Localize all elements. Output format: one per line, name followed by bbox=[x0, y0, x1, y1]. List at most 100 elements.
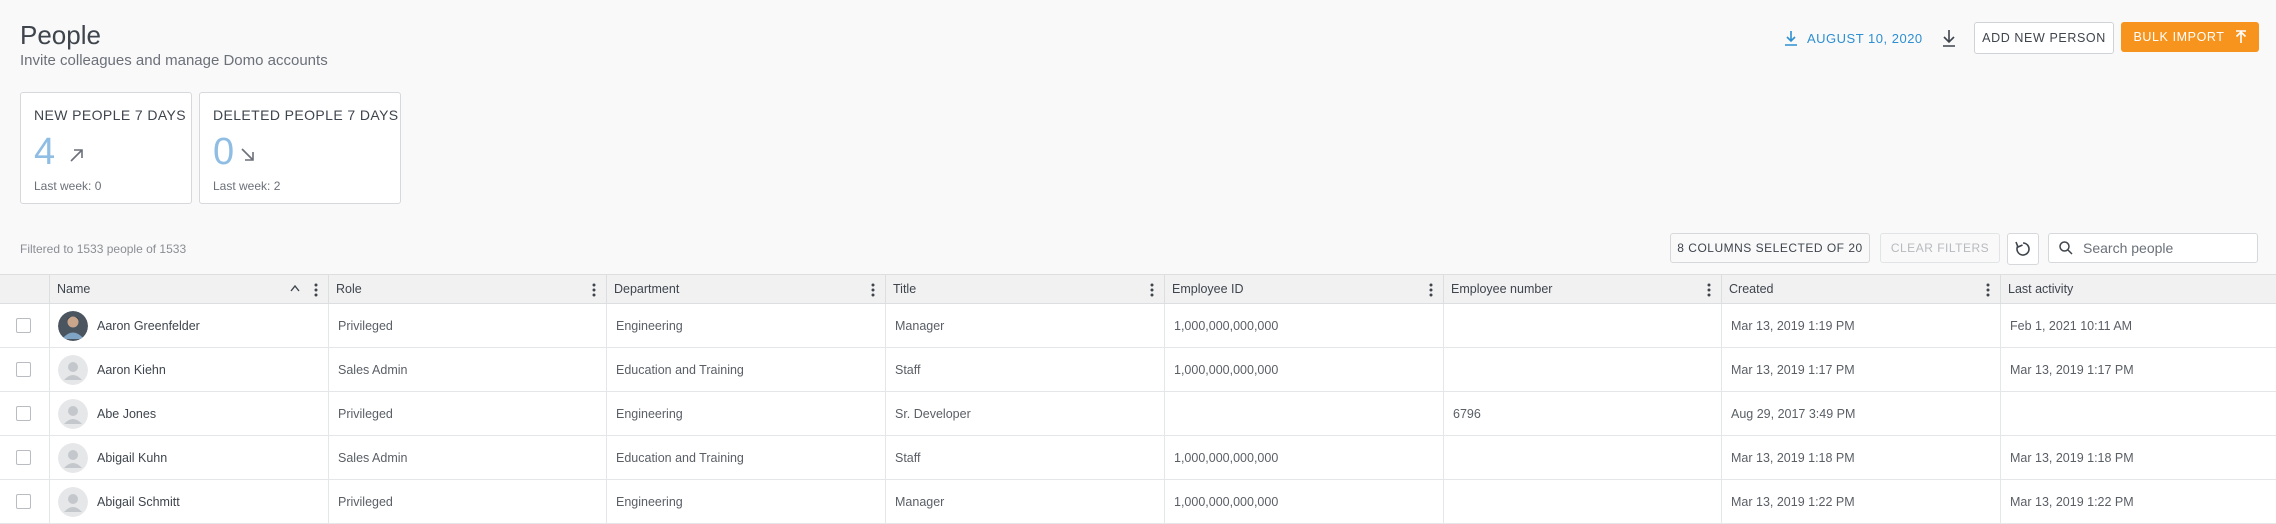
row-checkbox[interactable] bbox=[16, 406, 31, 421]
stat-last-week: Last week: 2 bbox=[213, 179, 281, 193]
trend-up-icon bbox=[70, 149, 83, 162]
person-name[interactable]: Aaron Kiehn bbox=[97, 348, 166, 391]
default-user-icon bbox=[58, 355, 88, 385]
column-menu-icon[interactable] bbox=[592, 283, 596, 297]
table-row[interactable]: Abigail Kuhn Sales Admin Education and T… bbox=[0, 436, 2276, 480]
cell-employee-id: 1,000,000,000,000 bbox=[1164, 436, 1443, 479]
cell-employee-id bbox=[1164, 392, 1443, 435]
column-label: Last activity bbox=[2008, 282, 2074, 296]
column-header-role[interactable]: Role bbox=[328, 275, 606, 303]
column-header-created[interactable]: Created bbox=[1721, 275, 2000, 303]
table-body: Aaron Greenfelder Privileged Engineering… bbox=[0, 304, 2276, 524]
cell-name bbox=[49, 392, 328, 435]
row-checkbox[interactable] bbox=[16, 450, 31, 465]
column-header-department[interactable]: Department bbox=[606, 275, 885, 303]
table-row[interactable]: Aaron Greenfelder Privileged Engineering… bbox=[0, 304, 2276, 348]
cell-name bbox=[49, 480, 328, 523]
cell-role: Sales Admin bbox=[328, 436, 606, 479]
column-menu-icon[interactable] bbox=[1429, 283, 1433, 297]
column-menu-icon[interactable] bbox=[1150, 283, 1154, 297]
stat-card-deleted-people: DELETED PEOPLE 7 DAYS 0 Last week: 2 bbox=[199, 92, 401, 204]
avatar bbox=[58, 443, 88, 473]
column-label: Role bbox=[336, 282, 362, 296]
stat-label: NEW PEOPLE 7 DAYS bbox=[34, 107, 187, 123]
cell-employee-number bbox=[1443, 436, 1721, 479]
cell-last-activity bbox=[2000, 392, 2276, 435]
search-box[interactable] bbox=[2048, 233, 2258, 263]
cell-created: Mar 13, 2019 1:19 PM bbox=[1721, 304, 2000, 347]
cell-employee-number bbox=[1443, 304, 1721, 347]
reset-button[interactable] bbox=[2007, 233, 2039, 265]
sort-ascending-icon[interactable] bbox=[290, 284, 300, 292]
cell-created: Mar 13, 2019 1:18 PM bbox=[1721, 436, 2000, 479]
cell-last-activity: Mar 13, 2019 1:22 PM bbox=[2000, 480, 2276, 523]
cell-role: Privileged bbox=[328, 480, 606, 523]
cell-department: Education and Training bbox=[606, 348, 885, 391]
table-row[interactable]: Aaron Kiehn Sales Admin Education and Tr… bbox=[0, 348, 2276, 392]
person-name[interactable]: Aaron Greenfelder bbox=[97, 304, 200, 347]
person-name[interactable]: Abigail Schmitt bbox=[97, 480, 180, 523]
cell-department: Education and Training bbox=[606, 436, 885, 479]
table-row[interactable]: Abe Jones Privileged Engineering Sr. Dev… bbox=[0, 392, 2276, 436]
column-header-last-activity[interactable]: Last activity bbox=[2000, 275, 2276, 303]
download-icon bbox=[1943, 30, 1955, 47]
stat-last-week: Last week: 0 bbox=[34, 179, 102, 193]
columns-selector-button[interactable]: 8 COLUMNS SELECTED OF 20 bbox=[1670, 233, 1870, 263]
bulk-import-button[interactable]: BULK IMPORT bbox=[2121, 22, 2259, 52]
cell-title: Manager bbox=[885, 304, 1164, 347]
avatar bbox=[58, 355, 88, 385]
column-label: Created bbox=[1729, 282, 1774, 296]
cell-role: Privileged bbox=[328, 392, 606, 435]
column-label: Employee ID bbox=[1172, 282, 1244, 296]
cell-employee-id: 1,000,000,000,000 bbox=[1164, 304, 1443, 347]
column-menu-icon[interactable] bbox=[1707, 283, 1711, 297]
cell-department: Engineering bbox=[606, 480, 885, 523]
cell-employee-number bbox=[1443, 480, 1721, 523]
page-title: People bbox=[20, 20, 101, 50]
cell-title: Staff bbox=[885, 348, 1164, 391]
cell-employee-id: 1,000,000,000,000 bbox=[1164, 480, 1443, 523]
cell-name bbox=[49, 348, 328, 391]
column-label: Name bbox=[57, 282, 91, 296]
table-header: Name Role Department Title Employee ID E… bbox=[0, 274, 2276, 304]
cell-employee-number: 6796 bbox=[1443, 392, 1721, 435]
avatar bbox=[58, 311, 88, 341]
cell-title: Staff bbox=[885, 436, 1164, 479]
add-new-person-button[interactable]: ADD NEW PERSON bbox=[1974, 22, 2114, 54]
row-checkbox[interactable] bbox=[16, 494, 31, 509]
header-select-cell bbox=[0, 275, 49, 303]
person-name[interactable]: Abe Jones bbox=[97, 392, 156, 435]
stat-value: 0 bbox=[213, 131, 235, 173]
stat-value: 4 bbox=[34, 131, 56, 173]
default-user-icon bbox=[58, 443, 88, 473]
download-icon bbox=[1785, 31, 1797, 46]
column-menu-icon[interactable] bbox=[871, 283, 875, 297]
cell-title: Sr. Developer bbox=[885, 392, 1164, 435]
cell-last-activity: Feb 1, 2021 10:11 AM bbox=[2000, 304, 2276, 347]
download-button[interactable] bbox=[1938, 27, 1960, 49]
column-header-employee-id[interactable]: Employee ID bbox=[1164, 275, 1443, 303]
column-header-employee-number[interactable]: Employee number bbox=[1443, 275, 1721, 303]
row-checkbox[interactable] bbox=[16, 318, 31, 333]
column-header-title[interactable]: Title bbox=[885, 275, 1164, 303]
column-menu-icon[interactable] bbox=[314, 283, 318, 297]
column-header-name[interactable]: Name bbox=[49, 275, 328, 303]
table-row[interactable]: Abigail Schmitt Privileged Engineering M… bbox=[0, 480, 2276, 524]
page-subtitle: Invite colleagues and manage Domo accoun… bbox=[20, 52, 328, 69]
row-checkbox[interactable] bbox=[16, 362, 31, 377]
bulk-import-label: BULK IMPORT bbox=[2133, 30, 2225, 44]
cell-last-activity: Mar 13, 2019 1:18 PM bbox=[2000, 436, 2276, 479]
cell-name bbox=[49, 436, 328, 479]
filter-summary: Filtered to 1533 people of 1533 bbox=[20, 242, 187, 256]
clear-filters-button[interactable]: CLEAR FILTERS bbox=[1880, 233, 2000, 263]
person-name[interactable]: Abigail Kuhn bbox=[97, 436, 167, 479]
date-download-link[interactable]: AUGUST 10, 2020 bbox=[1784, 22, 1923, 54]
search-input[interactable] bbox=[2081, 239, 2255, 257]
default-user-icon bbox=[58, 399, 88, 429]
avatar bbox=[58, 487, 88, 517]
column-menu-icon[interactable] bbox=[1986, 283, 1990, 297]
column-label: Title bbox=[893, 282, 917, 296]
people-table: Name Role Department Title Employee ID E… bbox=[0, 274, 2276, 524]
cell-last-activity: Mar 13, 2019 1:17 PM bbox=[2000, 348, 2276, 391]
stat-card-new-people: NEW PEOPLE 7 DAYS 4 Last week: 0 bbox=[20, 92, 192, 204]
